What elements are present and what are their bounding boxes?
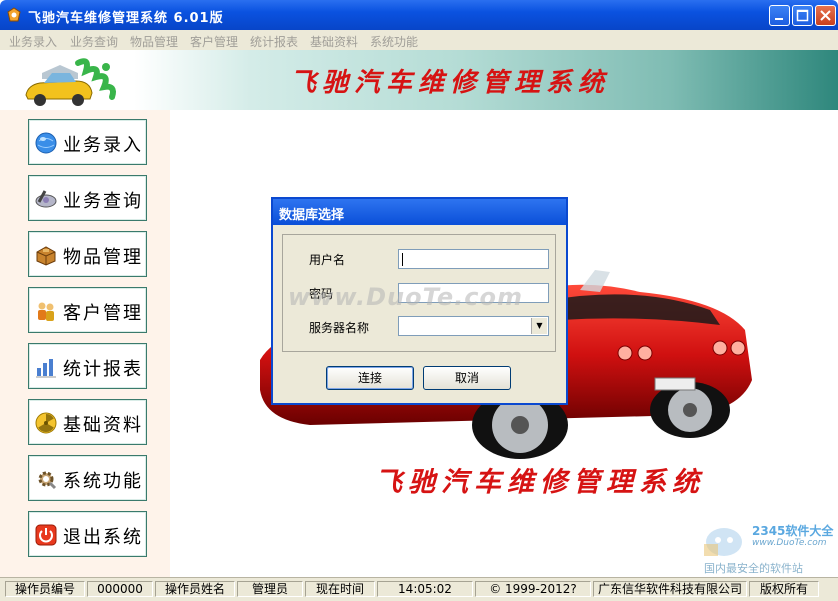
sidebar-item-label: 统计报表 (63, 359, 143, 380)
app-icon (7, 7, 21, 22)
current-time-label: 现在时间 (305, 581, 375, 597)
menu-item-business-entry[interactable]: 业务录入 (9, 33, 57, 50)
globe-icon (35, 132, 57, 154)
sidebar-item-reports[interactable]: 统计报表 (28, 343, 147, 389)
people-icon (38, 302, 54, 321)
menu-item-reports[interactable]: 统计报表 (250, 33, 298, 50)
copyright-text: © 1999-2012? (475, 581, 591, 597)
radiation-icon (35, 412, 57, 434)
sidebar-item-label: 业务查询 (63, 191, 143, 212)
site-watermark: www.DuoTe.com (288, 283, 523, 311)
window-title: 飞驰汽车维修管理系统 6.01版 (28, 11, 224, 26)
username-field[interactable] (398, 249, 549, 269)
sidebar-item-label: 基础资料 (63, 415, 143, 436)
current-time-value: 14:05:02 (377, 581, 473, 597)
connect-button[interactable]: 连接 (326, 366, 414, 390)
menu-item-business-query[interactable]: 业务查询 (70, 33, 118, 50)
sidebar-item-label: 业务录入 (63, 135, 143, 156)
menu-item-goods[interactable]: 物品管理 (130, 33, 178, 50)
text-caret (402, 253, 403, 266)
maximize-button[interactable] (792, 5, 813, 26)
cancel-button[interactable]: 取消 (423, 366, 511, 390)
minimize-icon (775, 18, 783, 20)
sidebar: 业务录入 业务查询 物品管理 客户管理 统计报表 基础资料 系统功能 退出系统 (0, 110, 170, 577)
bottom-title: 飞驰汽车维修管理系统 (375, 467, 705, 498)
rights-text: 版权所有 (749, 581, 819, 597)
minimize-button[interactable] (769, 5, 790, 26)
chevron-down-icon[interactable]: ▼ (531, 318, 547, 334)
sidebar-item-label: 物品管理 (63, 247, 143, 268)
banner-title: 飞驰汽车维修管理系统 (290, 68, 611, 98)
box-icon (36, 246, 56, 266)
bar-chart-icon (36, 359, 56, 378)
corner-watermark-brand: 2345软件大全 (752, 524, 834, 538)
sidebar-item-label: 客户管理 (63, 303, 143, 324)
menu-item-basic-data[interactable]: 基础资料 (310, 33, 358, 50)
sidebar-item-business-query[interactable]: 业务查询 (28, 175, 147, 221)
magnifier-icon (35, 190, 57, 208)
operator-name-value: 管理员 (237, 581, 303, 597)
server-name-select[interactable]: ▼ (398, 316, 549, 336)
operator-id-label: 操作员编号 (5, 581, 85, 597)
sidebar-item-business-entry[interactable]: 业务录入 (28, 119, 147, 165)
power-icon (35, 524, 57, 546)
close-icon (820, 10, 831, 21)
server-name-label: 服务器名称 (309, 321, 370, 335)
maximize-icon (796, 9, 809, 22)
car-logo-icon (25, 58, 116, 106)
sidebar-item-label: 退出系统 (63, 527, 143, 548)
corner-watermark: 2345软件大全 www.DuoTe.com 国内最安全的软件站 (700, 520, 836, 576)
operator-id-value: 000000 (87, 581, 153, 597)
dialog-title: 数据库选择 (279, 208, 345, 223)
company-name: 广东信华软件科技有限公司 (593, 581, 747, 597)
menu-item-system[interactable]: 系统功能 (370, 33, 418, 50)
menu-bar: 业务录入 业务查询 物品管理 客户管理 统计报表 基础资料 系统功能 (0, 30, 838, 50)
sidebar-item-label: 系统功能 (63, 471, 143, 492)
sidebar-item-customers[interactable]: 客户管理 (28, 287, 147, 333)
corner-watermark-url: www.DuoTe.com (752, 538, 827, 548)
resize-grip[interactable] (821, 581, 835, 597)
status-bar: 操作员编号 000000 操作员姓名 管理员 现在时间 14:05:02 © 1… (0, 577, 838, 601)
sidebar-item-basic-data[interactable]: 基础资料 (28, 399, 147, 445)
operator-name-label: 操作员姓名 (155, 581, 235, 597)
menu-item-customers[interactable]: 客户管理 (190, 33, 238, 50)
username-label: 用户名 (309, 253, 346, 267)
mascot-icon (704, 528, 742, 556)
sidebar-item-exit[interactable]: 退出系统 (28, 511, 147, 557)
corner-watermark-slogan: 国内最安全的软件站 (704, 562, 803, 575)
sidebar-item-goods[interactable]: 物品管理 (28, 231, 147, 277)
title-bar[interactable]: 飞驰汽车维修管理系统 6.01版 (0, 0, 838, 30)
sidebar-item-system[interactable]: 系统功能 (28, 455, 147, 501)
close-button[interactable] (815, 5, 836, 26)
dialog-title-bar[interactable]: 数据库选择 (273, 199, 566, 225)
gear-icon (38, 471, 57, 490)
